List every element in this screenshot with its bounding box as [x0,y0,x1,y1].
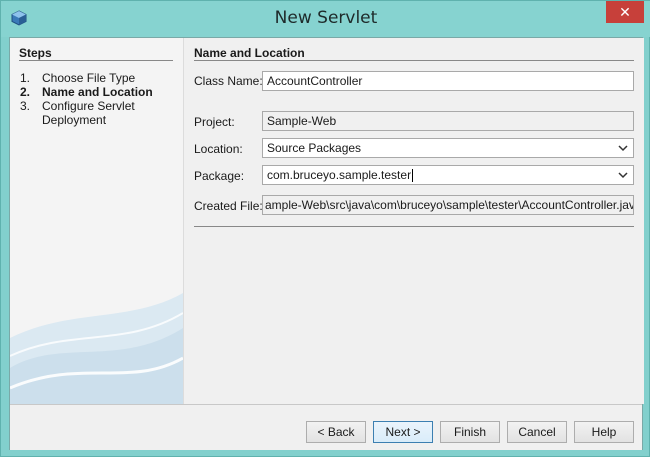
close-button[interactable]: ✕ [606,1,644,23]
class-name-label: Class Name: [194,74,263,88]
window-title: New Servlet [274,8,378,28]
dialog-window: New Servlet ✕ Steps 1. Choose File Type 2… [0,0,650,457]
cancel-button[interactable]: Cancel [507,421,567,443]
title-bar[interactable]: New Servlet ✕ [1,1,650,37]
steps-divider [19,60,173,61]
button-bar: < Back Next > Finish Cancel Help [10,404,642,450]
package-combo[interactable]: com.bruceyo.sample.tester [262,165,634,185]
created-file-label: Created File: [194,199,263,213]
form-divider [194,226,634,227]
step-item-name-and-location: 2. Name and Location [20,85,153,99]
next-button[interactable]: Next > [373,421,433,443]
steps-list: 1. Choose File Type 2. Name and Location 3… [20,71,180,127]
created-file-field: ample-Web\src\java\com\bruceyo\sample\te… [262,195,634,215]
chevron-down-icon[interactable] [616,166,630,184]
dialog-body: Steps 1. Choose File Type 2. Name and Loca… [9,37,644,450]
project-label: Project: [194,115,235,129]
class-name-input[interactable]: AccountController [262,71,634,91]
finish-button[interactable]: Finish [440,421,500,443]
section-title: Name and Location [194,46,305,60]
package-label: Package: [194,169,245,183]
location-label: Location: [194,142,243,156]
name-location-panel: Name and Location Class Name: AccountCon… [184,38,644,404]
project-field: Sample-Web [262,111,634,131]
step-item-choose-file-type: 1. Choose File Type [20,71,136,85]
location-select[interactable]: Source Packages [262,138,634,158]
back-button[interactable]: < Back [306,421,366,443]
location-value: Source Packages [267,141,362,155]
help-button[interactable]: Help [574,421,634,443]
step-item-configure-servlet: 3. Configure Servlet [20,99,135,113]
step-item-deployment: Deployment [42,113,107,127]
steps-panel: Steps 1. Choose File Type 2. Name and Loca… [10,38,183,404]
steps-heading: Steps [19,46,52,60]
chevron-down-icon[interactable] [616,139,630,157]
package-value: com.bruceyo.sample.tester [267,168,414,183]
section-divider [194,60,634,61]
